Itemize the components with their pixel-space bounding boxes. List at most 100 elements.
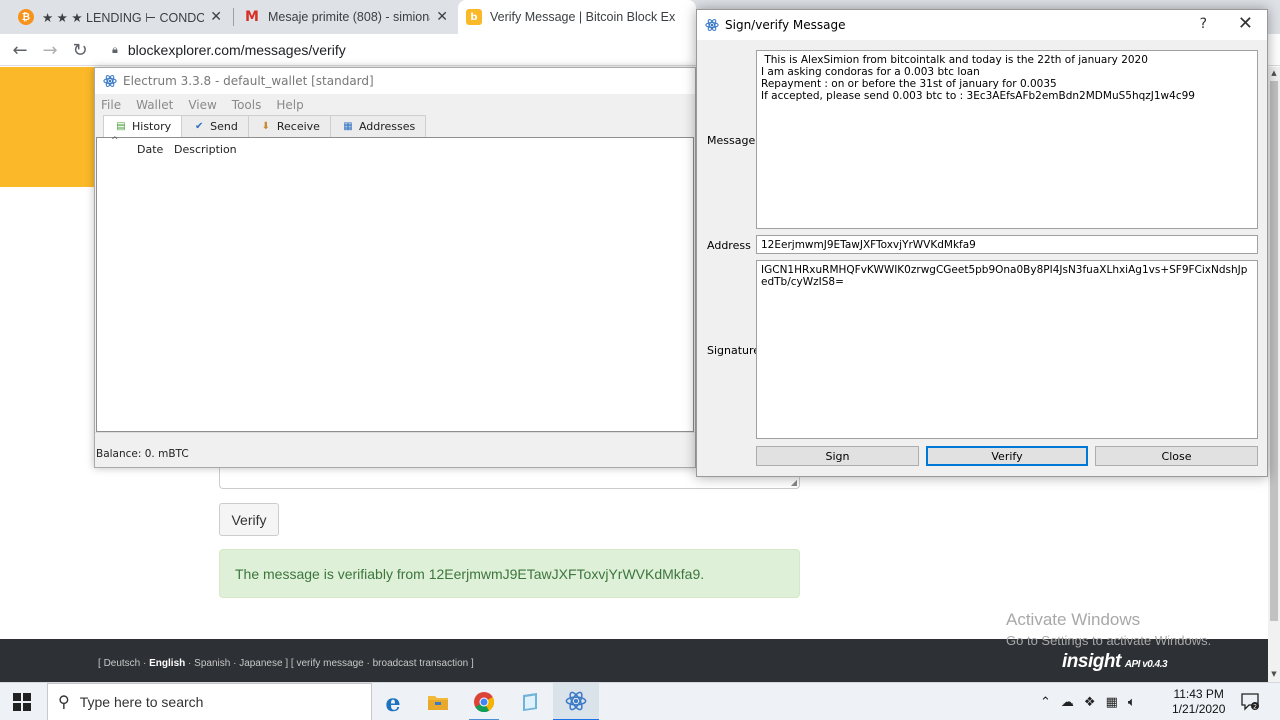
bitcoin-icon: ₿ — [18, 9, 34, 25]
header-band — [0, 67, 94, 187]
tab-label: Send — [210, 120, 238, 133]
lock-icon: 🔒︎ — [112, 43, 118, 56]
menu-wallet[interactable]: Wallet — [136, 98, 173, 112]
success-message: The message is verifiably from 12Eerjmwm… — [235, 565, 705, 582]
tab-lending[interactable]: ₿ ★ ★ ★ LENDING ⊢ CONDORAS ✕ — [10, 0, 230, 34]
close-icon[interactable]: ✕ — [210, 9, 222, 25]
tab-title: ★ ★ ★ LENDING ⊢ CONDORAS — [42, 10, 205, 25]
separator: · — [363, 658, 373, 669]
tab-label: History — [132, 120, 172, 133]
dialog-titlebar[interactable]: Sign/verify Message ? ✕ — [697, 10, 1267, 40]
taskbar-chrome[interactable] — [461, 683, 507, 720]
reload-icon[interactable]: ↻ — [68, 38, 92, 62]
help-icon[interactable]: ? — [1200, 16, 1207, 32]
taskbar-electrum[interactable] — [553, 683, 599, 720]
electrum-tabs: ▤ History ✔ Send ⬇ Receive ▦ Addresses — [103, 115, 427, 137]
link-verify-message[interactable]: verify message — [296, 658, 363, 669]
resize-grip-icon[interactable]: ◢ — [791, 478, 797, 487]
svg-text:2: 2 — [1253, 704, 1257, 711]
taskbar-file-explorer[interactable] — [415, 683, 461, 720]
menu-help[interactable]: Help — [276, 98, 303, 112]
separator: · — [230, 658, 240, 669]
onedrive-icon[interactable]: ☁ — [1061, 695, 1074, 710]
electrum-title: Electrum 3.3.8 - default_wallet [standar… — [123, 74, 374, 88]
electrum-statusbar: Balance: 0. mBTC — [95, 432, 695, 468]
address-bar[interactable]: 🔒︎ blockexplorer.com/messages/verify — [100, 36, 700, 64]
signature-field[interactable]: IGCN1HRxuRMHQFvKWWIK0zrwgCGeet5pb9Ona0By… — [756, 260, 1258, 439]
tab-gmail[interactable]: M Mesaje primite (808) - simionale ✕ — [236, 0, 456, 34]
close-icon[interactable]: ✕ — [1238, 13, 1253, 34]
tab-label: Addresses — [358, 120, 416, 133]
forward-arrow-icon[interactable]: → — [38, 38, 62, 62]
dropbox-icon[interactable]: ❖ — [1084, 695, 1096, 710]
signature-label: Signature — [707, 344, 761, 357]
tab-send[interactable]: ✔ Send — [181, 115, 249, 137]
addresses-icon: ▦ — [343, 121, 353, 132]
sort-caret-icon[interactable]: ^ — [111, 136, 119, 146]
history-header: ^ Date Description — [97, 136, 693, 160]
taskbar-notepad[interactable] — [507, 683, 553, 720]
brand-name: insight — [1062, 651, 1121, 672]
tab-verify-message[interactable]: b Verify Message | Bitcoin Block Ex — [458, 0, 696, 34]
edge-icon: e — [385, 687, 401, 717]
column-description[interactable]: Description — [174, 143, 237, 156]
scroll-down-icon[interactable]: ▼ — [1268, 668, 1280, 680]
menu-view[interactable]: View — [188, 98, 216, 112]
chevron-up-icon[interactable]: ⌃ — [1040, 695, 1051, 710]
history-icon: ▤ — [116, 121, 126, 132]
insight-logo[interactable]: insight API v0.4.3 — [1062, 651, 1168, 673]
send-icon: ✔ — [194, 121, 204, 132]
tab-addresses[interactable]: ▦ Addresses — [329, 115, 427, 137]
tab-title: Mesaje primite (808) - simionale — [268, 10, 431, 24]
verify-button[interactable]: Verify — [926, 446, 1088, 466]
blockexplorer-icon: b — [466, 9, 482, 25]
link-broadcast-transaction[interactable]: broadcast transaction — [373, 658, 469, 669]
tab-history[interactable]: ▤ History — [103, 115, 183, 137]
lang-english[interactable]: English — [149, 658, 185, 669]
lang-deutsch[interactable]: Deutsch — [104, 658, 141, 669]
tab-receive[interactable]: ⬇ Receive — [247, 115, 331, 137]
menu-tools[interactable]: Tools — [232, 98, 262, 112]
message-label: Message — [707, 134, 756, 147]
taskbar-clock[interactable]: 11:43 PM 1/21/2020 — [1172, 687, 1225, 717]
notifications-icon[interactable]: 2 — [1240, 691, 1260, 711]
close-button[interactable]: Close — [1095, 446, 1258, 466]
lang-japanese[interactable]: Japanese — [239, 658, 282, 669]
sign-verify-dialog: Sign/verify Message ? ✕ Message This is … — [696, 9, 1268, 477]
electrum-titlebar[interactable]: Electrum 3.3.8 - default_wallet [standar… — [95, 68, 695, 94]
verify-button[interactable]: Verify — [219, 503, 279, 536]
footer-links: [ Deutsch · English · Spanish · Japanese… — [98, 658, 474, 669]
separator: · — [185, 658, 195, 669]
message-field[interactable]: This is AlexSimion from bitcointalk and … — [756, 50, 1258, 229]
tab-title: Verify Message | Bitcoin Block Ex — [490, 10, 676, 24]
electrum-window: Electrum 3.3.8 - default_wallet [standar… — [94, 67, 696, 468]
scroll-up-icon[interactable]: ▲ — [1268, 67, 1280, 79]
tab-separator — [233, 8, 234, 26]
tab-label: Receive — [276, 120, 320, 133]
search-icon: ⚲ — [58, 694, 70, 711]
receive-icon: ⬇ — [261, 121, 271, 132]
page-scrollbar[interactable]: ▲ ▼ — [1268, 67, 1280, 682]
windows-start-icon[interactable] — [12, 692, 32, 712]
history-list[interactable]: ^ Date Description — [96, 136, 694, 432]
taskbar-search-box[interactable]: ⚲ Type here to search — [47, 683, 372, 720]
electrum-atom-icon — [565, 691, 587, 711]
folder-icon — [428, 696, 448, 710]
close-icon[interactable]: ✕ — [436, 9, 448, 25]
address-label: Address — [707, 239, 751, 252]
volume-icon[interactable]: 🔈︎ — [1128, 695, 1136, 710]
column-date[interactable]: Date — [137, 143, 163, 156]
back-arrow-icon[interactable]: ← — [8, 38, 32, 62]
network-icon[interactable]: ▦ — [1106, 695, 1118, 710]
address-field[interactable]: 12EerjmwmJ9ETawJXFToxvjYrWVKdMkfa9 — [756, 235, 1258, 254]
separator: · — [140, 658, 150, 669]
scroll-thumb[interactable] — [1270, 81, 1278, 621]
search-placeholder: Type here to search — [79, 694, 204, 710]
sign-button[interactable]: Sign — [756, 446, 919, 466]
success-alert: The message is verifiably from 12Eerjmwm… — [219, 549, 800, 598]
menu-file[interactable]: File — [101, 98, 121, 112]
taskbar-edge[interactable]: e — [370, 683, 416, 720]
lang-spanish[interactable]: Spanish — [194, 658, 230, 669]
electrum-menubar: File Wallet View Tools Help — [95, 95, 319, 115]
dialog-title: Sign/verify Message — [725, 18, 846, 32]
